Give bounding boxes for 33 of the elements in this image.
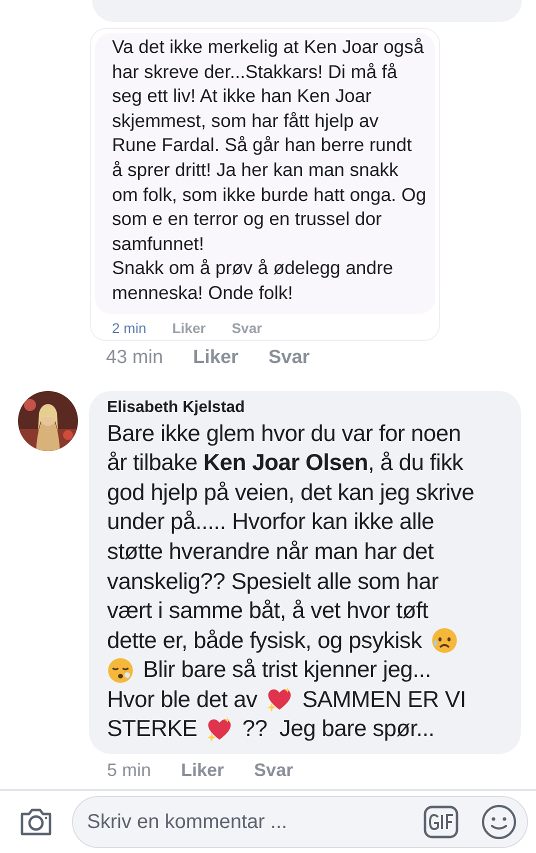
comment-text: Bare ikke glem hvor du var for noen bbox=[107, 418, 461, 448]
reply-link[interactable]: Svar bbox=[254, 760, 294, 782]
comment-time: 5 min bbox=[107, 760, 152, 782]
comment-time: 43 min bbox=[106, 346, 164, 369]
like-link[interactable]: Liker bbox=[181, 760, 224, 782]
camera-icon[interactable] bbox=[19, 806, 53, 838]
comment-text: Va det ikke merkelig at Ken Joar også har skreve der...Stakkars! Di må få seg ett liv! At ikke han Ken Joar skjemmest, som har fått hjelp av Rune Fardal. Så går han berre rundt å sprer dritt! Ja her kan man snakk om folk, som ikke burde hatt onga. Og som e en terror og en trussel dor samfunnet! Snakk om å prøv å ødelegg andre menneska! Onde folk! bbox=[112, 35, 427, 305]
comment-text: ?? Jeg bare spør... bbox=[242, 714, 434, 744]
comment-text: god hjelp på veien, det kan jeg skrive bbox=[107, 478, 474, 507]
comment-text: år tilbake Ken Joar Olsen, å du fikk bbox=[107, 448, 464, 478]
comment-text: Hvor ble det av bbox=[107, 684, 258, 714]
comment-time: 2 min bbox=[112, 320, 146, 336]
comment-text: Blir bare så trist kjenner jeg... bbox=[143, 655, 431, 684]
comment-input[interactable]: Skriv en kommentar ... bbox=[72, 796, 528, 848]
reply-link[interactable]: Svar bbox=[268, 346, 310, 369]
sparkling-heart-icon bbox=[266, 686, 294, 714]
reply-link[interactable]: Svar bbox=[232, 320, 262, 336]
sad-face-icon bbox=[430, 626, 458, 654]
author-name[interactable]: Elisabeth Kjelstad bbox=[107, 398, 511, 417]
like-link[interactable]: Liker bbox=[193, 346, 238, 369]
sparkling-heart-icon bbox=[206, 716, 234, 743]
comment-text: STERKE bbox=[107, 714, 198, 744]
comment-input-text[interactable]: Skriv en kommentar ... bbox=[85, 810, 401, 834]
comment-text: vanskelig?? Spesielt alle som har bbox=[107, 566, 438, 596]
sleepy-face-icon bbox=[107, 656, 134, 684]
comment-text: dette er, både fysisk, og psykisk bbox=[107, 626, 422, 655]
gif-icon[interactable] bbox=[423, 805, 459, 839]
emoji-icon[interactable] bbox=[481, 804, 517, 840]
comment-text: vært i samme båt, å vet hvor tøft bbox=[107, 596, 428, 626]
comment-text: SAMMEN ER VI bbox=[302, 684, 466, 714]
comment-text: under på..... Hvorfor kan ikke alle bbox=[107, 507, 434, 536]
like-link[interactable]: Liker bbox=[172, 320, 206, 336]
comment-text: støtte hverandre når man har det bbox=[107, 536, 434, 566]
